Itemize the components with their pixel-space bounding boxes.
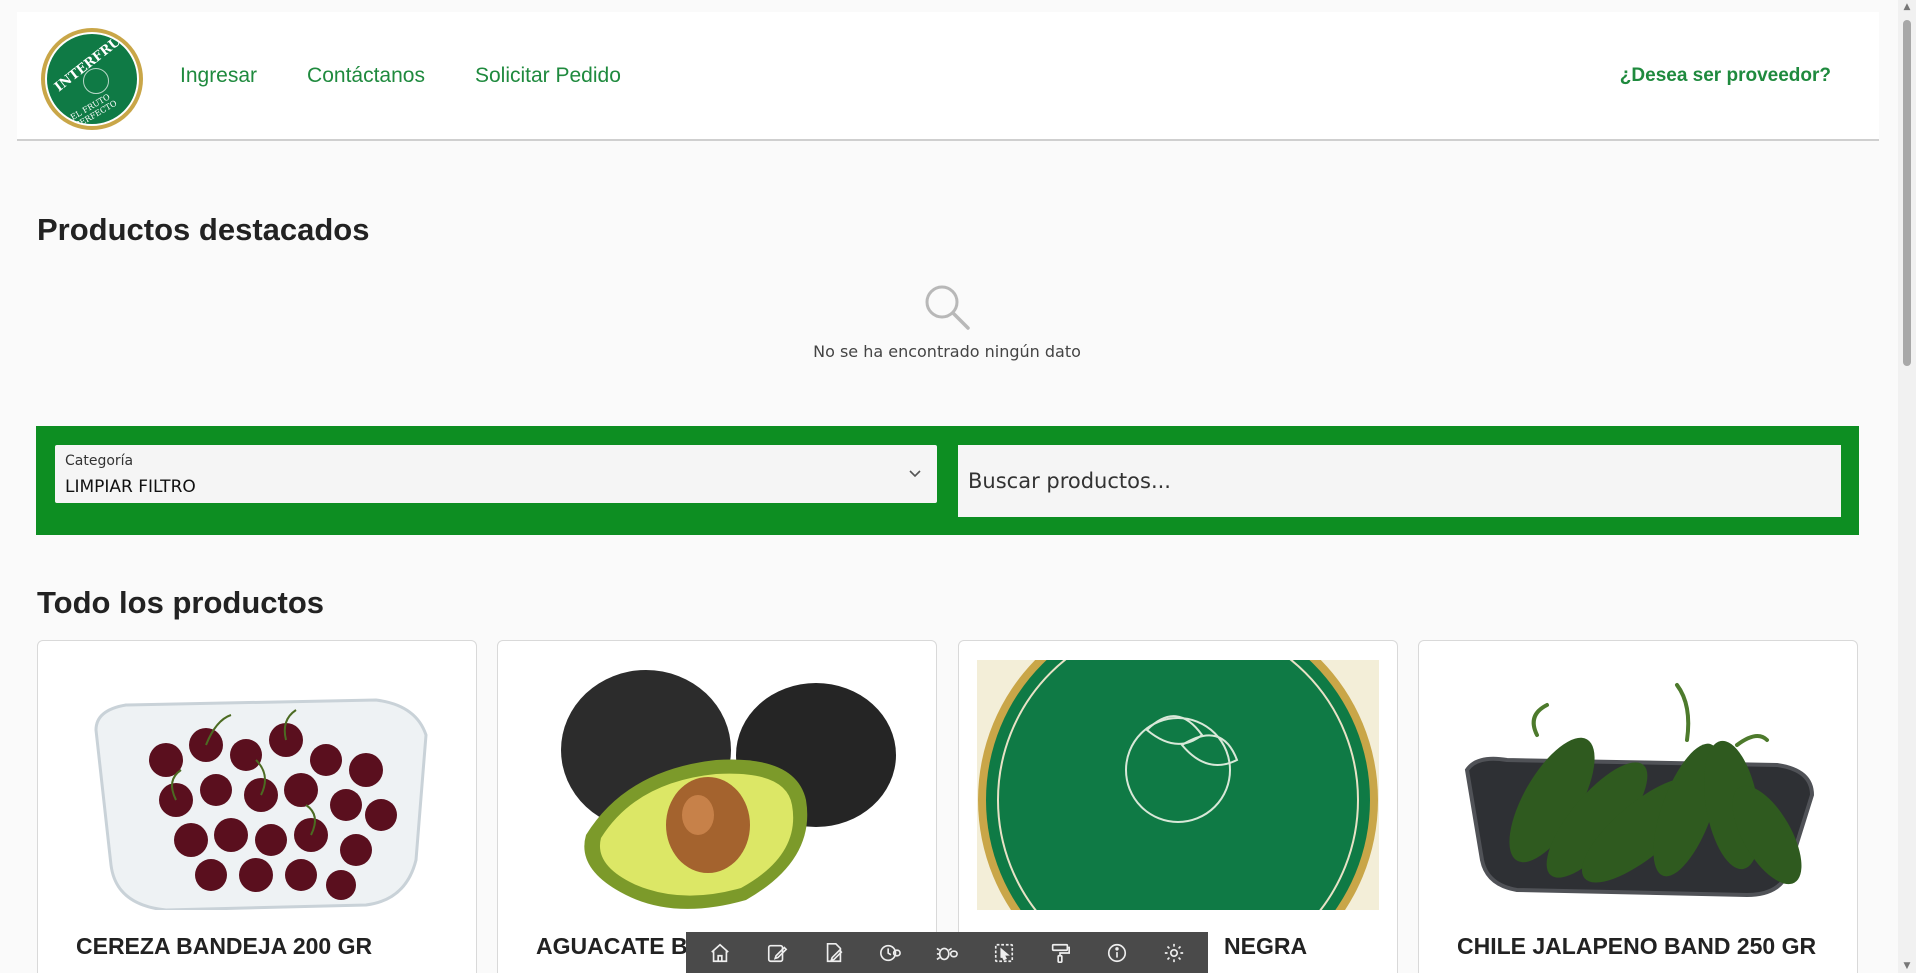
featured-title: Productos destacados — [37, 212, 370, 247]
empty-text: No se ha encontrado ningún dato — [813, 342, 1081, 361]
product-card[interactable]: NEGRA — [958, 640, 1398, 973]
jalapeno-image-art — [1464, 683, 1815, 898]
product-name: CEREZA BANDEJA 200 GR — [76, 933, 373, 959]
interfrutd-logo[interactable]: INTERFRUTD EL FRUTO PERFECTO — [41, 28, 143, 130]
filter-bar: Categoría LIMPIAR FILTRO — [36, 426, 1859, 535]
page-edit-icon[interactable] — [822, 941, 846, 965]
history-icon[interactable] — [878, 941, 902, 965]
featured-empty-state: No se ha encontrado ningún dato — [780, 282, 1114, 361]
select-icon[interactable] — [992, 941, 1016, 965]
avocado-image — [516, 660, 918, 910]
chevron-down-icon — [909, 470, 921, 478]
settings-icon[interactable] — [1162, 941, 1186, 965]
search-icon — [925, 285, 970, 330]
site-header: INTERFRUTD EL FRUTO PERFECTO Ingresar Co… — [17, 12, 1879, 141]
provider-link[interactable]: ¿Desea ser proveedor? — [1620, 65, 1831, 87]
logo-badge: INTERFRUTD EL FRUTO PERFECTO — [45, 32, 139, 126]
interfrutd-logo-image — [977, 660, 1379, 910]
main-nav: Ingresar Contáctanos Solicitar Pedido — [180, 64, 621, 88]
scroll-up-icon[interactable]: ▲ — [1902, 2, 1912, 12]
info-icon[interactable] — [1105, 941, 1129, 965]
nav-ingresar-link[interactable]: Ingresar — [180, 64, 257, 88]
avocado-image-art — [561, 670, 896, 909]
cherries-image — [56, 660, 458, 910]
paint-icon[interactable] — [1048, 941, 1072, 965]
page-scrollbar[interactable]: ▲ ▼ — [1898, 0, 1916, 973]
product-name: CHILE JALAPENO BAND 250 GR — [1457, 933, 1817, 959]
all-products-title: Todo los productos — [37, 585, 325, 620]
jalapeno-image — [1437, 660, 1839, 910]
nav-order-link[interactable]: Solicitar Pedido — [475, 64, 621, 88]
product-card[interactable]: AGUACATE BA — [497, 640, 937, 973]
home-icon[interactable] — [708, 941, 732, 965]
product-card[interactable]: CHILE JALAPENO BAND 250 GR — [1418, 640, 1858, 973]
edit-icon[interactable] — [765, 941, 789, 965]
search-input[interactable] — [958, 445, 1841, 517]
nav-contact-link[interactable]: Contáctanos — [307, 64, 425, 88]
category-value: LIMPIAR FILTRO — [65, 477, 196, 497]
scroll-thumb[interactable] — [1903, 20, 1911, 366]
category-label: Categoría — [65, 453, 134, 469]
scroll-down-icon[interactable]: ▼ — [1902, 961, 1912, 971]
product-grid: CEREZA BANDEJA 200 GR AGUACATE BA NEGRA … — [37, 640, 1859, 973]
bottom-toolbar — [686, 932, 1208, 973]
interfrutd-logo-art — [977, 660, 1379, 910]
product-name: NEGRA — [1224, 933, 1308, 959]
product-name: AGUACATE BA — [536, 933, 705, 959]
cherries-image-art — [94, 698, 428, 910]
bug-icon[interactable] — [935, 941, 959, 965]
product-card[interactable]: CEREZA BANDEJA 200 GR — [37, 640, 477, 973]
category-select[interactable]: Categoría LIMPIAR FILTRO — [55, 445, 937, 503]
